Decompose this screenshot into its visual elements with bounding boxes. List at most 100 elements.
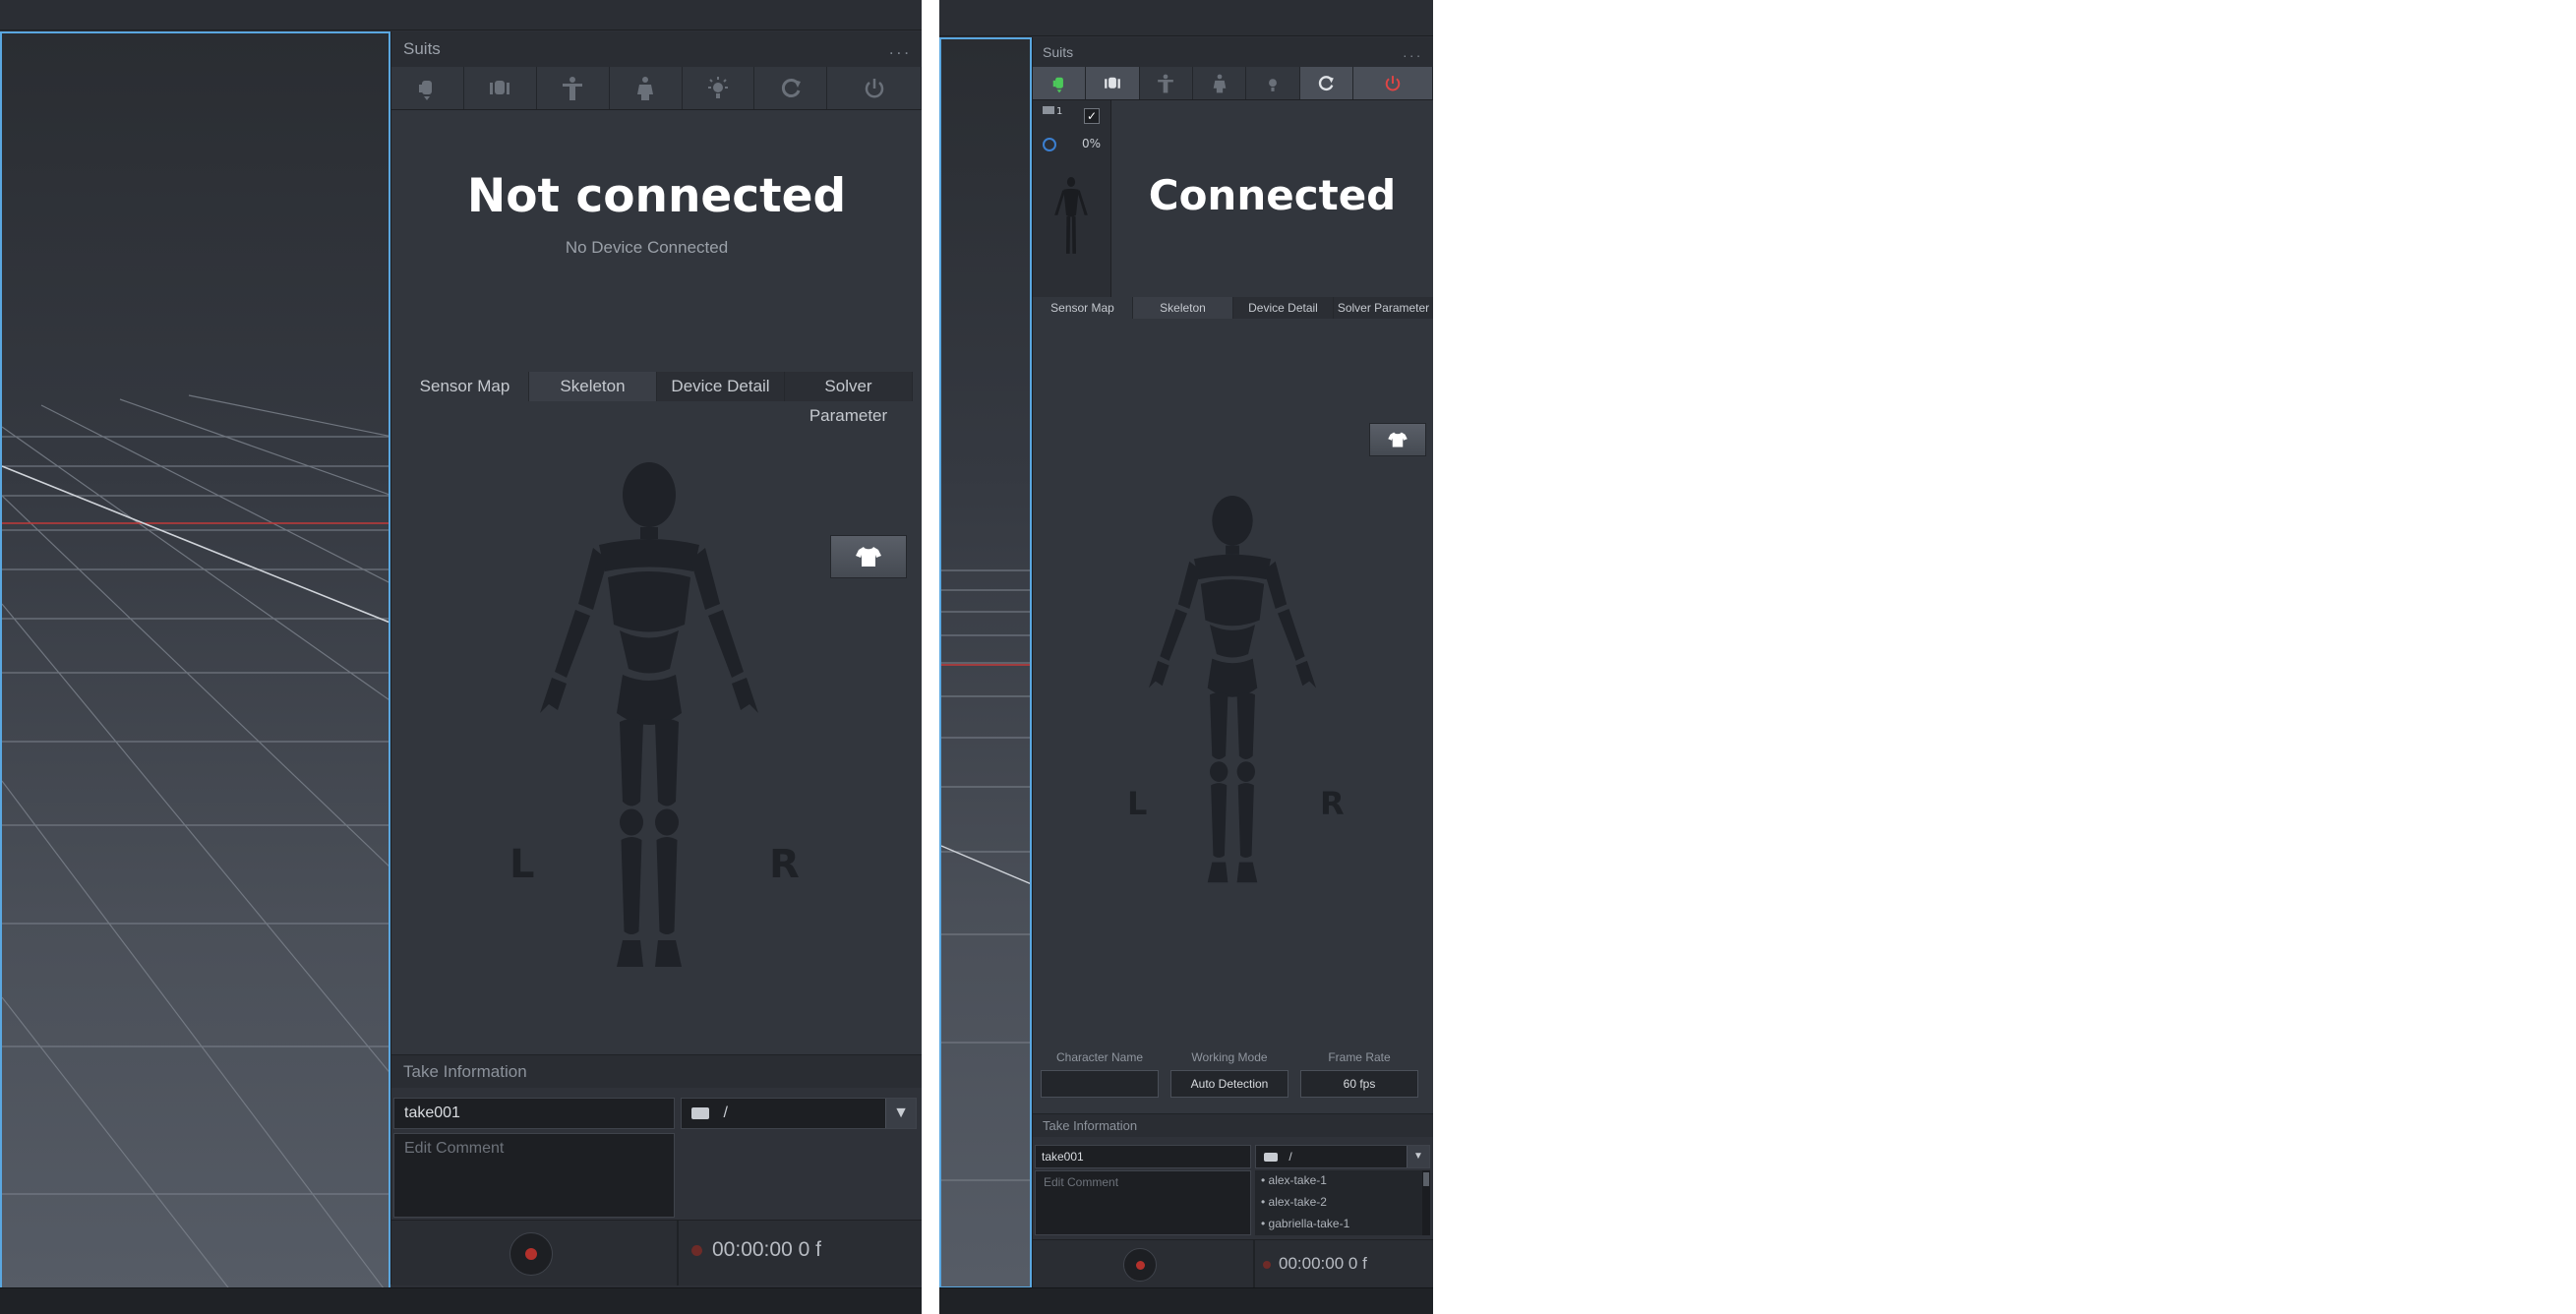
record-button[interactable] [1123,1248,1157,1282]
take-name-input[interactable]: take001 [393,1098,675,1129]
left-app-window: Suits ... Not connected No Device Connec… [0,0,922,1314]
tab-sensor-map[interactable]: Sensor Map [401,372,529,401]
take-folder-dropdown[interactable]: / ▼ [681,1098,917,1129]
suit-small-icon [1043,106,1054,114]
take-list-scrollbar[interactable] [1422,1170,1430,1235]
suit-select-button[interactable] [1369,423,1426,456]
shirt-icon [1388,432,1408,448]
take-info-title: Take Information [403,1062,527,1081]
panel-tabs: Sensor Map Skeleton Device Detail Solver… [401,372,913,425]
folder-open-icon [691,1106,709,1119]
battery-ring-icon [1043,138,1056,151]
record-divider [1253,1240,1255,1289]
chevron-down-icon[interactable]: ▼ [885,1099,916,1128]
reset-icon[interactable] [754,67,828,109]
character-name-label: Character Name [1055,1050,1144,1064]
window-separator [922,0,939,1314]
list-item[interactable]: • alex-take-2 [1261,1195,1327,1209]
suit-calibrate-icon[interactable] [1086,67,1140,99]
panel-title: Suits ... [1033,37,1433,67]
connection-status-title: Not connected [466,169,847,223]
right-app-window: Suits ... 1 ✓ 0% Connected Sensor Map Sk… [939,0,1433,1314]
record-button[interactable] [509,1232,553,1276]
take-info-panel: Take Information take001 / ▼ Edit Commen… [390,1054,922,1285]
suit-select-button[interactable] [830,535,907,578]
timecode-dot-icon [1263,1260,1271,1269]
take-name-input[interactable]: take001 [1035,1145,1251,1168]
record-row: 00:00:00 0 f [391,1220,922,1285]
take-info-panel: Take Information take001 / ▼ Edit Commen… [1032,1113,1433,1289]
record-divider [677,1221,679,1285]
list-item[interactable]: • gabriella-take-1 [1261,1217,1349,1230]
3d-viewport[interactable] [0,31,390,1298]
sensor-map-body [1148,496,1317,883]
connection-status-subtitle: No Device Connected [565,238,729,257]
frame-rate-select[interactable]: 60 fps [1300,1070,1418,1098]
status-bar [939,1287,1433,1314]
light-icon[interactable] [1246,67,1300,99]
device-number: 1 [1043,106,1062,117]
suit-connect-icon[interactable] [1033,67,1087,99]
list-item[interactable]: • alex-take-1 [1261,1173,1327,1187]
take-comment-input[interactable]: Edit Comment [393,1133,675,1218]
device-strip: 1 ✓ 0% [1033,100,1111,297]
take-item-label: alex-take-2 [1268,1195,1327,1209]
suit-connect-icon[interactable] [391,67,464,109]
suit-calibrate-icon[interactable] [463,67,537,109]
panel-title: Suits ... [391,31,922,67]
timecode-display: 00:00:00 0 f [1263,1254,1367,1274]
record-dot-icon [1135,1260,1145,1270]
sensor-map-body [540,462,758,967]
take-info-header: Take Information [391,1054,922,1088]
panel-title-text: Suits [403,39,441,58]
right-side-label: R [769,842,800,887]
left-side-label: L [509,842,535,887]
tab-solver-parameter[interactable]: Solver Parameter [785,372,913,425]
reset-icon[interactable] [1299,67,1353,99]
right-side-label: R [1320,785,1345,822]
take-folder-dropdown[interactable]: / ▼ [1255,1145,1430,1168]
frame-rate-label: Frame Rate [1328,1050,1391,1064]
take-comment-input[interactable]: Edit Comment [1035,1170,1251,1235]
working-mode-label: Working Mode [1191,1050,1268,1064]
3d-viewport[interactable] [939,37,1032,1288]
tab-skeleton[interactable]: Skeleton [1133,297,1233,319]
tab-device-detail[interactable]: Device Detail [657,372,785,401]
working-mode-select[interactable]: Auto Detection [1170,1070,1288,1098]
timecode-display: 00:00:00 0 f [691,1238,821,1262]
suits-toolbar [1033,67,1433,100]
connection-status-title: Connected [1148,171,1397,219]
record-row: 00:00:00 0 f [1033,1239,1433,1289]
tab-skeleton[interactable]: Skeleton [529,372,657,401]
left-side-label: L [1127,785,1148,822]
light-icon[interactable] [682,67,755,109]
tab-solver-parameter[interactable]: Solver Parameter [1334,297,1433,319]
scroll-thumb[interactable] [1423,1172,1429,1186]
tab-device-detail[interactable]: Device Detail [1233,297,1334,319]
body-icon[interactable] [1192,67,1247,99]
body-icon[interactable] [609,67,683,109]
timecode-text: 00:00:00 0 f [1279,1254,1367,1273]
tpose-icon[interactable] [1139,67,1193,99]
take-info-title: Take Information [1043,1118,1138,1133]
battery-percent: 0% [1082,137,1102,150]
tab-sensor-map[interactable]: Sensor Map [1033,297,1133,319]
panel-menu-button[interactable]: ... [1403,37,1423,67]
power-icon[interactable] [1352,67,1433,99]
take-list: • alex-take-1 • alex-take-2 • gabriella-… [1255,1170,1430,1235]
character-name-input[interactable] [1041,1070,1159,1098]
shirt-icon [856,547,881,567]
ground-grid [2,394,389,1296]
panel-title-text: Suits [1043,44,1074,60]
take-item-label: alex-take-1 [1268,1173,1327,1187]
panel-menu-button[interactable]: ... [889,31,912,67]
chevron-down-icon[interactable]: ▼ [1407,1146,1429,1167]
device-checkbox[interactable]: ✓ [1084,108,1100,124]
tpose-icon[interactable] [536,67,610,109]
folder-open-icon [1264,1153,1278,1163]
timecode-text: 00:00:00 0 f [712,1238,821,1261]
device-number-text: 1 [1056,106,1063,117]
power-icon[interactable] [827,67,922,109]
suits-panel: Suits ... 1 ✓ 0% Connected Sensor Map Sk… [1032,37,1433,1113]
panel-tabs: Sensor Map Skeleton Device Detail Solver… [1033,297,1433,319]
